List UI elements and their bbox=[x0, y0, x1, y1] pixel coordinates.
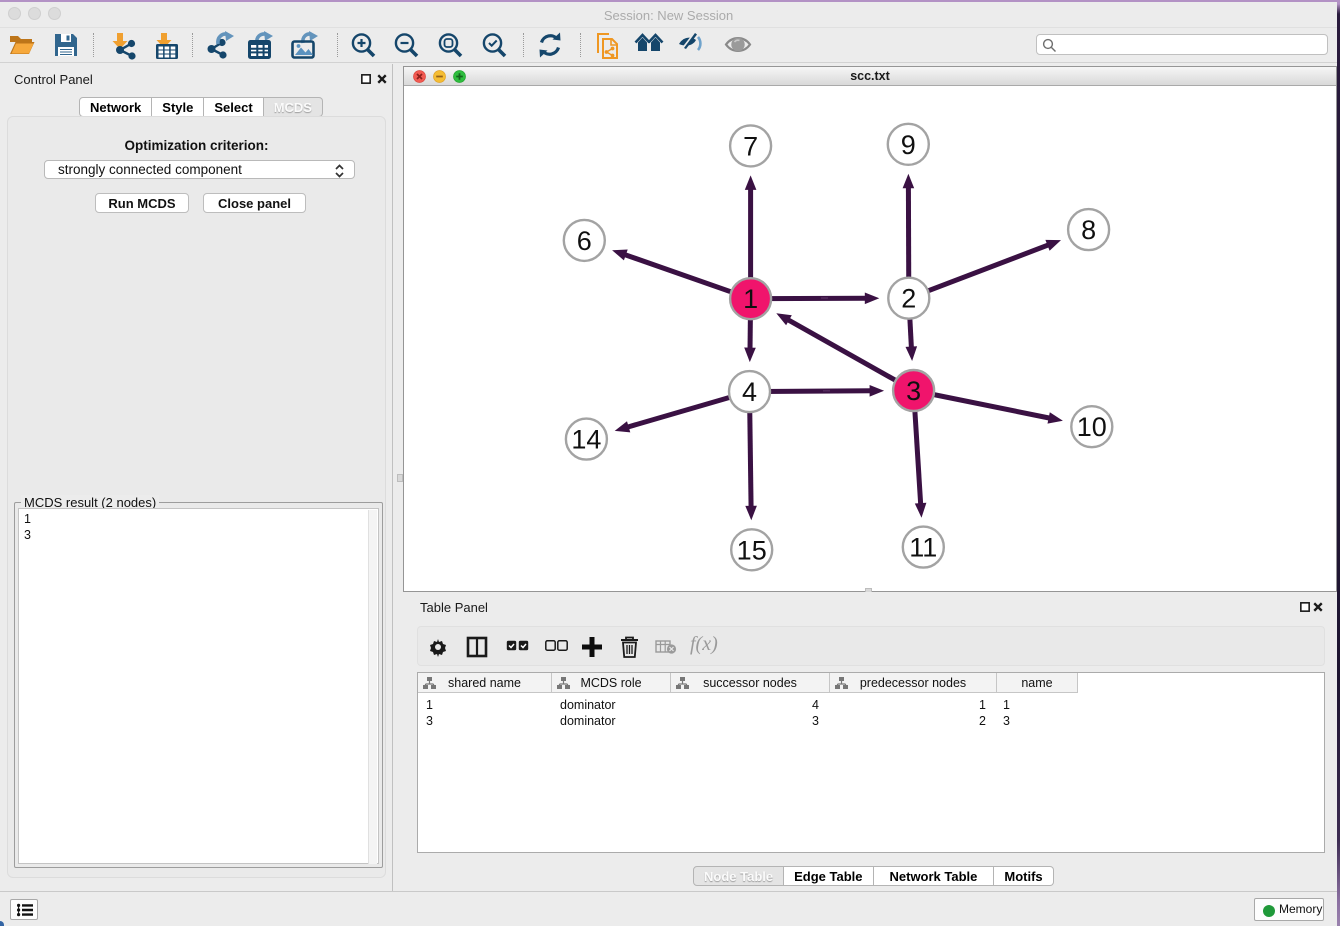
svg-text:6: 6 bbox=[577, 226, 592, 256]
svg-text:15: 15 bbox=[737, 535, 767, 565]
svg-text:10: 10 bbox=[1077, 412, 1107, 442]
svg-text:4: 4 bbox=[742, 377, 757, 407]
svg-text:1: 1 bbox=[743, 284, 758, 314]
svg-text:3: 3 bbox=[906, 376, 921, 406]
svg-text:9: 9 bbox=[901, 130, 916, 160]
svg-text:2: 2 bbox=[901, 284, 916, 314]
svg-text:11: 11 bbox=[909, 533, 937, 563]
svg-text:8: 8 bbox=[1081, 215, 1096, 245]
svg-text:7: 7 bbox=[743, 131, 758, 161]
svg-text:14: 14 bbox=[571, 425, 601, 455]
